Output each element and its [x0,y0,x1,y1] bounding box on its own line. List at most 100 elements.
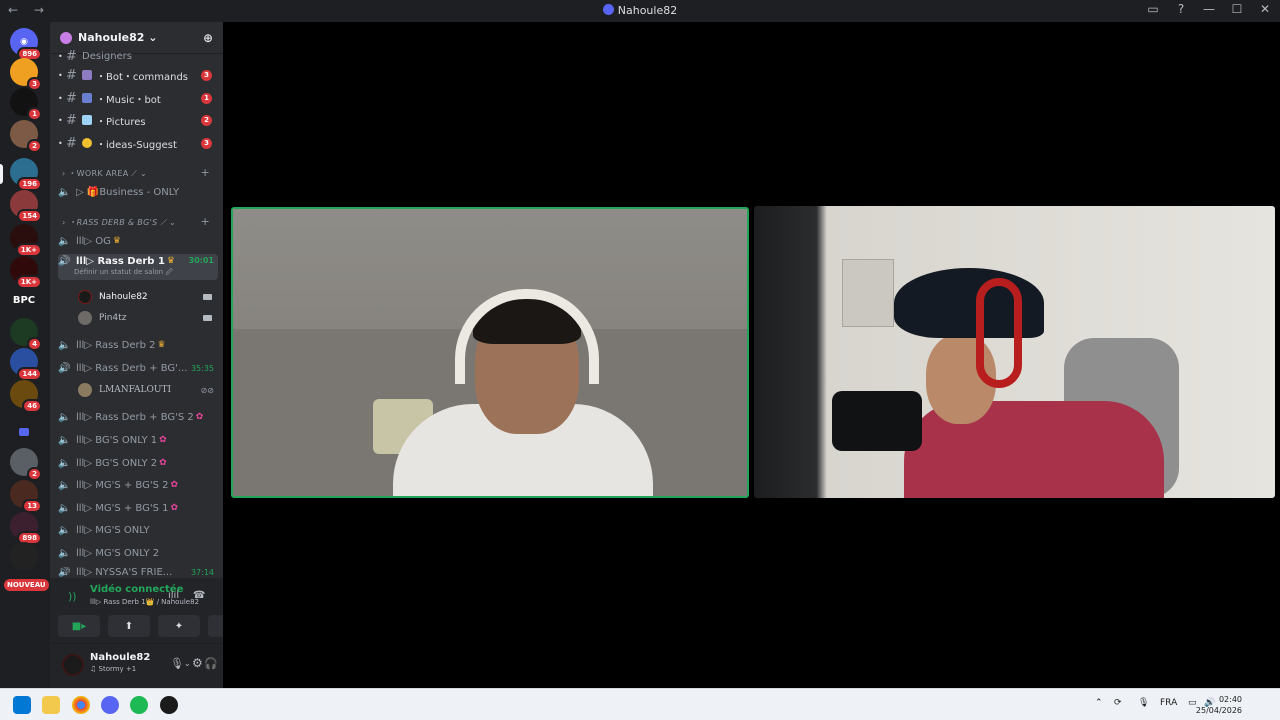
add-member-icon[interactable]: ⊕ [203,31,213,45]
minimize-button[interactable]: — [1202,2,1216,16]
mention-badge: 3 [201,69,212,81]
server-icon[interactable]: 2 [10,120,42,153]
windows-start-icon[interactable] [13,696,31,714]
text-channel[interactable]: • # ・Bot・commands 3 [50,65,223,85]
mention-badge: 1 [201,92,212,104]
hash-icon: # [66,112,77,128]
flower-icon: ✿ [195,412,204,422]
voice-channel-mg[interactable]: 🔈 lll▷ MG'S ONLY [58,520,218,540]
disconnect-icon[interactable]: ☎ [193,590,205,601]
hash-icon: # [66,135,77,151]
activities-button[interactable]: ✦ [158,615,200,637]
chrome-icon[interactable] [72,696,90,714]
voice-channel-mg-2[interactable]: 🔈 lll▷ MG'S ONLY 2 [58,543,218,563]
text-channel[interactable]: • # ・Music・bot 1 [50,88,223,108]
server-badge: 144 [17,367,42,381]
channel-label: ▷ 🎁Business - ONLY [76,186,180,198]
category-rass-derb[interactable]: › ・RASS DERB & BG'S ⟋ ⌄ + [62,215,222,228]
channel-label: ・ideas-Suggest [96,139,177,151]
spotify-icon[interactable] [130,696,148,714]
server-icon[interactable]: 3 [10,58,42,91]
speaker-icon: 🔈 [58,339,71,351]
microphone-icon[interactable]: 🎙 [1138,698,1149,708]
server-icon[interactable]: 154 [10,190,42,223]
voice-user[interactable]: Nahoule82 [78,287,218,307]
speaker-icon: 🔈 [58,479,71,491]
voice-channel-nyssa[interactable]: 🔊 lll▷ NYSSA'S FRIE... 37:14 [58,567,218,577]
voice-channel-bg-1[interactable]: 🔈 lll▷ BG'S ONLY 1 ✿ [58,430,218,450]
headphones-icon[interactable]: 🎧 [204,657,218,670]
text-channel[interactable]: • # Designers [50,46,223,66]
server-icon[interactable]: 1K+ [10,256,42,289]
server-icon[interactable]: 144 [10,348,42,381]
server-icon[interactable]: 1K+ [10,224,42,257]
add-channel-icon[interactable]: + [200,166,210,179]
microphone-icon[interactable]: 🎙 [170,657,184,670]
category-work-area[interactable]: › ・WORK AREA ⟋ ⌄ + [62,166,222,179]
user-name[interactable]: Nahoule82 [90,652,150,663]
direct-messages-icon[interactable]: ◉ 896 [10,28,42,61]
noise-suppression-icon[interactable]: ılıl [168,590,179,601]
obs-icon[interactable] [160,696,178,714]
chevron-up-icon[interactable]: ⌃ [1095,698,1103,708]
maximize-button[interactable]: ☐ [1230,2,1244,16]
voice-channel-rass-derb-2[interactable]: 🔈 lll▷ Rass Derb 2 ♛ [58,335,218,355]
server-icon[interactable]: 898 [10,512,42,545]
channel-label: lll▷ MG'S ONLY [76,524,150,536]
language-indicator[interactable]: FRA [1160,698,1177,708]
voice-channel-rass-derb-bg[interactable]: 🔊 lll▷ Rass Derb + BG'... 35:35 [58,358,218,378]
server-icon[interactable] [10,542,38,570]
help-icon[interactable]: ? [1174,2,1188,16]
chevron-down-icon[interactable]: ⌄ [184,659,191,668]
file-explorer-icon[interactable] [42,696,60,714]
camera-icon [203,315,212,321]
channel-label: lll▷ BG'S ONLY 2 [76,457,158,469]
avatar [78,311,92,325]
settings-gear-icon[interactable]: ⚙ [192,656,203,670]
channel-label: lll▷ Rass Derb 2 [76,339,156,351]
voice-location[interactable]: lll▷ Rass Derb 1👑 / Nahoule82 [90,598,199,606]
voice-channel-rass-derb-1[interactable]: 🔊 lll▷ Rass Derb 1 ♛ 30:01 Définir un statut… [58,254,218,280]
inbox-icon[interactable]: ▭ [1146,2,1160,16]
avatar[interactable] [62,654,84,676]
voice-channel-mg-bg-2[interactable]: 🔈 lll▷ MG'S + BG'S 2 ✿ [58,475,218,495]
server-icon[interactable]: 46 [10,380,42,413]
camera-button[interactable]: ■▸ [58,615,100,637]
text-channel[interactable]: • # ・ideas-Suggest 3 [50,133,223,153]
server-icon[interactable]: 4 [10,318,42,351]
discord-icon[interactable] [101,696,119,714]
channel-label: ・Bot・commands [96,71,189,83]
picture-icon [82,115,92,125]
server-bpc[interactable]: BPC [10,286,38,314]
channel-status[interactable]: Définir un statut de salon 🖉 [74,268,173,279]
voice-channel-rass-derb-bg-2[interactable]: 🔈 lll▷ Rass Derb + BG'S 2 ✿ [58,407,218,427]
avatar [78,290,92,304]
voice-channel-bg-2[interactable]: 🔈 lll▷ BG'S ONLY 2 ✿ [58,453,218,473]
server-icon[interactable]: 13 [10,480,42,513]
voice-channel-og[interactable]: 🔈 lll▷ OG ♛ [58,231,218,251]
server-icon[interactable]: 1 [10,88,42,121]
video-tile[interactable] [754,206,1275,498]
clock[interactable]: 02:40 25/04/2026 [1196,694,1242,716]
speaker-icon: 🔈 [58,524,71,536]
voice-user[interactable]: LMANFALOUTI ⊘⊘ [78,380,218,400]
crown-icon: ♛ [157,340,166,350]
server-icon-active[interactable]: 196 [10,158,42,191]
close-button[interactable]: ✕ [1258,2,1272,16]
voice-channel-business[interactable]: 🔈 ▷ 🎁Business - ONLY [58,182,218,202]
server-icon[interactable]: 2 [10,448,42,481]
voice-user[interactable]: Pin4tz [78,308,218,328]
screen-share-button[interactable]: ⬆ [108,615,150,637]
video-tile-speaking[interactable] [231,207,749,498]
folder-icon[interactable] [10,418,38,446]
wall-switch [842,259,894,327]
video-stage [223,22,1280,688]
signal-icon[interactable]: )) [68,590,77,603]
server-badge: 1K+ [15,243,42,257]
voice-channel-mg-bg-1[interactable]: 🔈 lll▷ MG'S + BG'S 1 ✿ [58,498,218,518]
hash-icon: # [66,90,77,106]
text-channel[interactable]: • # ・Pictures 2 [50,110,223,130]
sync-icon[interactable]: ⟳ [1114,698,1122,708]
add-channel-icon[interactable]: + [200,215,210,228]
channel-timer: 30:01 [188,256,214,265]
